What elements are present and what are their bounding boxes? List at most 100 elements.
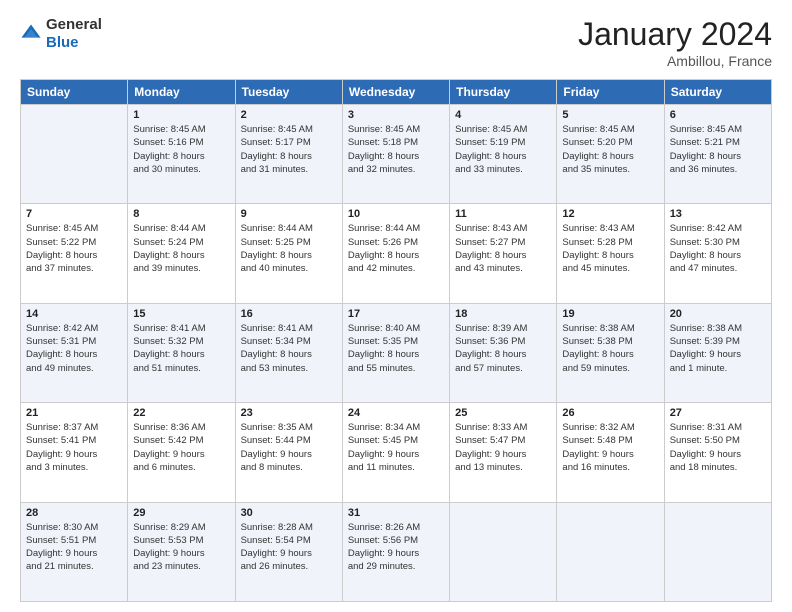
- day-number: 12: [562, 208, 658, 220]
- column-header-sunday: Sunday: [21, 80, 128, 105]
- calendar-cell: [664, 502, 771, 601]
- day-info: Sunrise: 8:28 AM Sunset: 5:54 PM Dayligh…: [241, 521, 337, 574]
- calendar-cell: 28 Sunrise: 8:30 AM Sunset: 5:51 PM Dayli…: [21, 502, 128, 601]
- week-row-4: 21 Sunrise: 8:37 AM Sunset: 5:41 PM Dayli…: [21, 403, 772, 502]
- day-info: Sunrise: 8:45 AM Sunset: 5:18 PM Dayligh…: [348, 123, 444, 176]
- day-info: Sunrise: 8:45 AM Sunset: 5:19 PM Dayligh…: [455, 123, 551, 176]
- day-number: 11: [455, 208, 551, 220]
- week-row-1: 1 Sunrise: 8:45 AM Sunset: 5:16 PM Daylig…: [21, 105, 772, 204]
- day-number: 18: [455, 308, 551, 320]
- day-info: Sunrise: 8:42 AM Sunset: 5:31 PM Dayligh…: [26, 322, 122, 375]
- day-number: 19: [562, 308, 658, 320]
- day-info: Sunrise: 8:45 AM Sunset: 5:17 PM Dayligh…: [241, 123, 337, 176]
- day-info: Sunrise: 8:37 AM Sunset: 5:41 PM Dayligh…: [26, 421, 122, 474]
- calendar-cell: 14 Sunrise: 8:42 AM Sunset: 5:31 PM Dayli…: [21, 303, 128, 402]
- day-info: Sunrise: 8:44 AM Sunset: 5:24 PM Dayligh…: [133, 222, 229, 275]
- calendar-cell: 20 Sunrise: 8:38 AM Sunset: 5:39 PM Dayli…: [664, 303, 771, 402]
- column-header-saturday: Saturday: [664, 80, 771, 105]
- day-info: Sunrise: 8:45 AM Sunset: 5:21 PM Dayligh…: [670, 123, 766, 176]
- calendar-cell: 19 Sunrise: 8:38 AM Sunset: 5:38 PM Dayli…: [557, 303, 664, 402]
- day-number: 17: [348, 308, 444, 320]
- day-number: 31: [348, 507, 444, 519]
- day-number: 20: [670, 308, 766, 320]
- day-info: Sunrise: 8:45 AM Sunset: 5:22 PM Dayligh…: [26, 222, 122, 275]
- day-info: Sunrise: 8:41 AM Sunset: 5:32 PM Dayligh…: [133, 322, 229, 375]
- day-info: Sunrise: 8:33 AM Sunset: 5:47 PM Dayligh…: [455, 421, 551, 474]
- day-info: Sunrise: 8:38 AM Sunset: 5:39 PM Dayligh…: [670, 322, 766, 375]
- week-row-3: 14 Sunrise: 8:42 AM Sunset: 5:31 PM Dayli…: [21, 303, 772, 402]
- calendar-cell: 22 Sunrise: 8:36 AM Sunset: 5:42 PM Dayli…: [128, 403, 235, 502]
- calendar-cell: 18 Sunrise: 8:39 AM Sunset: 5:36 PM Dayli…: [450, 303, 557, 402]
- day-number: 24: [348, 407, 444, 419]
- calendar-cell: 3 Sunrise: 8:45 AM Sunset: 5:18 PM Daylig…: [342, 105, 449, 204]
- calendar-table: SundayMondayTuesdayWednesdayThursdayFrid…: [20, 79, 772, 602]
- logo-general: General: [46, 16, 102, 33]
- day-number: 13: [670, 208, 766, 220]
- calendar-cell: 5 Sunrise: 8:45 AM Sunset: 5:20 PM Daylig…: [557, 105, 664, 204]
- calendar-cell: 4 Sunrise: 8:45 AM Sunset: 5:19 PM Daylig…: [450, 105, 557, 204]
- day-number: 30: [241, 507, 337, 519]
- calendar-cell: 23Sunrise: 8:35 AM Sunset: 5:44 PM Dayli…: [235, 403, 342, 502]
- day-info: Sunrise: 8:40 AM Sunset: 5:35 PM Dayligh…: [348, 322, 444, 375]
- day-info: Sunrise: 8:42 AM Sunset: 5:30 PM Dayligh…: [670, 222, 766, 275]
- day-info: Sunrise: 8:41 AM Sunset: 5:34 PM Dayligh…: [241, 322, 337, 375]
- calendar-cell: 7Sunrise: 8:45 AM Sunset: 5:22 PM Daylig…: [21, 204, 128, 303]
- logo-icon: [20, 23, 42, 45]
- calendar-cell: 16 Sunrise: 8:41 AM Sunset: 5:34 PM Dayli…: [235, 303, 342, 402]
- calendar-cell: 9Sunrise: 8:44 AM Sunset: 5:25 PM Daylig…: [235, 204, 342, 303]
- column-header-monday: Monday: [128, 80, 235, 105]
- calendar-cell: 15 Sunrise: 8:41 AM Sunset: 5:32 PM Dayli…: [128, 303, 235, 402]
- day-number: 22: [133, 407, 229, 419]
- column-header-thursday: Thursday: [450, 80, 557, 105]
- day-info: Sunrise: 8:29 AM Sunset: 5:53 PM Dayligh…: [133, 521, 229, 574]
- day-number: 3: [348, 109, 444, 121]
- day-number: 8: [133, 208, 229, 220]
- calendar-cell: 31 Sunrise: 8:26 AM Sunset: 5:56 PM Dayli…: [342, 502, 449, 601]
- day-number: 23: [241, 407, 337, 419]
- day-info: Sunrise: 8:38 AM Sunset: 5:38 PM Dayligh…: [562, 322, 658, 375]
- calendar-cell: 27Sunrise: 8:31 AM Sunset: 5:50 PM Dayli…: [664, 403, 771, 502]
- column-header-tuesday: Tuesday: [235, 80, 342, 105]
- calendar-cell: 2 Sunrise: 8:45 AM Sunset: 5:17 PM Daylig…: [235, 105, 342, 204]
- calendar-cell: 13 Sunrise: 8:42 AM Sunset: 5:30 PM Dayli…: [664, 204, 771, 303]
- day-number: 21: [26, 407, 122, 419]
- calendar-cell: 6Sunrise: 8:45 AM Sunset: 5:21 PM Daylig…: [664, 105, 771, 204]
- day-number: 1: [133, 109, 229, 121]
- day-number: 28: [26, 507, 122, 519]
- day-number: 14: [26, 308, 122, 320]
- calendar-cell: 29 Sunrise: 8:29 AM Sunset: 5:53 PM Dayli…: [128, 502, 235, 601]
- day-info: Sunrise: 8:30 AM Sunset: 5:51 PM Dayligh…: [26, 521, 122, 574]
- calendar-cell: [557, 502, 664, 601]
- calendar-cell: 8 Sunrise: 8:44 AM Sunset: 5:24 PM Daylig…: [128, 204, 235, 303]
- day-info: Sunrise: 8:45 AM Sunset: 5:16 PM Dayligh…: [133, 123, 229, 176]
- day-number: 15: [133, 308, 229, 320]
- calendar-title: January 2024: [578, 16, 772, 53]
- day-number: 16: [241, 308, 337, 320]
- calendar-cell: 24 Sunrise: 8:34 AM Sunset: 5:45 PM Dayli…: [342, 403, 449, 502]
- day-info: Sunrise: 8:45 AM Sunset: 5:20 PM Dayligh…: [562, 123, 658, 176]
- day-number: 26: [562, 407, 658, 419]
- week-row-5: 28 Sunrise: 8:30 AM Sunset: 5:51 PM Dayli…: [21, 502, 772, 601]
- day-number: 4: [455, 109, 551, 121]
- day-number: 2: [241, 109, 337, 121]
- day-info: Sunrise: 8:26 AM Sunset: 5:56 PM Dayligh…: [348, 521, 444, 574]
- day-number: 9: [241, 208, 337, 220]
- day-number: 25: [455, 407, 551, 419]
- column-header-friday: Friday: [557, 80, 664, 105]
- day-info: Sunrise: 8:43 AM Sunset: 5:27 PM Dayligh…: [455, 222, 551, 275]
- day-info: Sunrise: 8:39 AM Sunset: 5:36 PM Dayligh…: [455, 322, 551, 375]
- day-info: Sunrise: 8:36 AM Sunset: 5:42 PM Dayligh…: [133, 421, 229, 474]
- day-info: Sunrise: 8:44 AM Sunset: 5:26 PM Dayligh…: [348, 222, 444, 275]
- day-number: 29: [133, 507, 229, 519]
- day-number: 5: [562, 109, 658, 121]
- header: General Blue January 2024 Ambillou, Fran…: [20, 16, 772, 69]
- calendar-cell: 1 Sunrise: 8:45 AM Sunset: 5:16 PM Daylig…: [128, 105, 235, 204]
- calendar-cell: 17 Sunrise: 8:40 AM Sunset: 5:35 PM Dayli…: [342, 303, 449, 402]
- day-info: Sunrise: 8:43 AM Sunset: 5:28 PM Dayligh…: [562, 222, 658, 275]
- day-info: Sunrise: 8:34 AM Sunset: 5:45 PM Dayligh…: [348, 421, 444, 474]
- logo-blue: Blue: [46, 34, 79, 51]
- title-block: January 2024 Ambillou, France: [578, 16, 772, 69]
- calendar-cell: 21 Sunrise: 8:37 AM Sunset: 5:41 PM Dayli…: [21, 403, 128, 502]
- day-number: 27: [670, 407, 766, 419]
- week-row-2: 7Sunrise: 8:45 AM Sunset: 5:22 PM Daylig…: [21, 204, 772, 303]
